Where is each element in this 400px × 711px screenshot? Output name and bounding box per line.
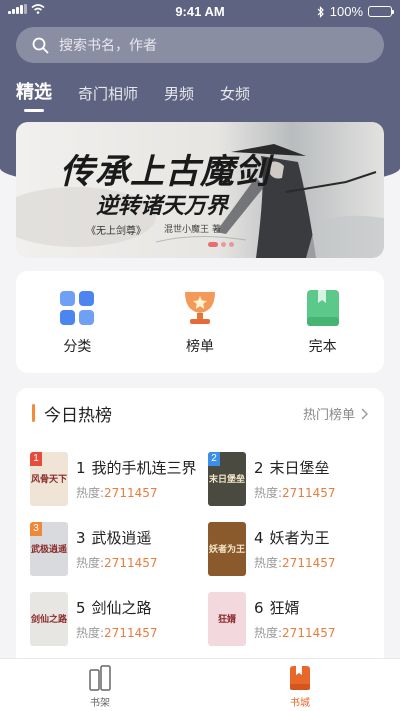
tab-featured[interactable]: 精选 [16,78,52,112]
bottom-tab-bar: 书架 书城 [0,658,400,711]
book-icon [306,290,339,326]
book-list-item[interactable]: 2 末日堡垒 2 末日堡垒 热度:2711457 [208,452,375,506]
heat-label: 热度: [76,626,105,640]
hot-ranking-list: 1 风骨天下 1 我的手机连三界 热度:2711457 2 末日堡垒 2 末日堡垒 热度:2711… [30,452,375,646]
heat-value: 2711457 [104,626,158,640]
book-rank: 5 [76,599,86,617]
tab-bookstore-label: 书城 [290,698,310,709]
cover-title: 狂婿 [217,615,236,625]
tab-female[interactable]: 女频 [220,83,250,112]
book-heat: 热度:2711457 [254,554,336,571]
banner-pagination[interactable] [208,242,234,247]
category-classify-button[interactable]: 分类 [32,288,122,356]
book-cover: 妖者为王 [208,522,246,576]
book-title: 武极逍遥 [91,529,152,547]
book-title-row: 2 末日堡垒 [254,457,336,478]
category-completed-button[interactable]: 完本 [278,288,368,356]
banner-author: 混世小魔王 著 [164,225,221,235]
heat-label: 热度: [254,486,283,500]
cover-title: 妖者为王 [208,545,245,555]
book-title-row: 1 我的手机连三界 [76,457,197,478]
cover-title: 末日堡垒 [208,475,245,485]
book-title: 末日堡垒 [269,459,330,477]
heat-value: 2711457 [282,626,336,640]
search-bar[interactable]: 搜索书名，作者 [16,27,384,63]
heat-value: 2711457 [282,486,336,500]
heat-label: 热度: [254,626,283,640]
heat-label: 热度: [76,556,105,570]
tab-bookshelf-label: 书架 [90,698,110,709]
category-panel: 分类 榜单 完本 [16,271,384,373]
hot-ranking-panel: 今日热榜 热门榜单 1 风骨天下 1 我的手机连三界 热度:2711457 2 末日堡垒 2 末… [16,388,384,668]
book-heat: 热度:2711457 [76,554,158,571]
heat-value: 2711457 [104,486,158,500]
book-cover: 剑仙之路 [30,592,68,646]
battery-icon [368,6,394,17]
battery-percent: 100% [329,4,363,19]
trophy-icon [184,292,215,324]
book-heat: 热度:2711457 [76,624,158,641]
book-title: 剑仙之路 [91,599,152,617]
book-cover: 3 武极逍遥 [30,522,68,576]
bookshelf-icon [89,665,111,691]
book-list-item[interactable]: 狂婿 6 狂婿热度:2711457 [208,592,375,646]
book-rank: 4 [254,529,264,547]
heat-label: 热度: [76,486,105,500]
cover-rank-badge: 3 [30,522,42,536]
banner-headline: 传承上古魔剑 [60,152,270,192]
book-list-item[interactable]: 1 风骨天下 1 我的手机连三界热度:2711457 [30,452,208,506]
promo-banner[interactable]: 传承上古魔剑 逆转诸天万界 《无上剑尊》 混世小魔王 著 [16,122,384,258]
book-title-row: 6 狂婿 [254,597,336,618]
category-ranking-label: 榜单 [185,339,214,355]
book-heat: 热度:2711457 [254,484,336,501]
cover-title: 风骨天下 [30,475,67,485]
banner-book-title: 《无上剑尊》 [86,226,146,237]
book-title: 我的手机连三界 [91,459,197,477]
tab-qimen-xiangshi[interactable]: 奇门相师 [78,83,138,112]
book-rank: 1 [76,459,86,477]
cover-title: 武极逍遥 [30,545,67,555]
book-heat: 热度:2711457 [76,484,197,501]
book-cover: 2 末日堡垒 [208,452,246,506]
bluetooth-icon [317,5,324,18]
banner-subline: 逆转诸天万界 [96,193,229,219]
tab-bookshelf[interactable]: 书架 [0,659,200,711]
book-heat: 热度:2711457 [254,624,336,641]
cover-title: 剑仙之路 [30,615,67,625]
book-title-row: 3 武极逍遥 [76,527,158,548]
bookstore-icon [290,666,310,690]
category-completed-label: 完本 [308,339,337,355]
tab-bookstore[interactable]: 书城 [200,659,400,711]
more-label: 热门榜单 [302,408,355,423]
heat-label: 热度: [254,556,283,570]
search-placeholder: 搜索书名，作者 [59,38,157,54]
book-title-row: 4 妖者为王 [254,527,336,548]
book-list-item[interactable]: 3 武极逍遥 3 武极逍遥 热度:2711457 [30,522,208,576]
status-bar: 9:41 AM 100% [0,0,400,22]
cover-rank-badge: 1 [30,452,42,466]
book-rank: 6 [254,599,264,617]
book-rank: 3 [76,529,86,547]
book-cover: 1 风骨天下 [30,452,68,506]
tab-male[interactable]: 男频 [164,83,194,112]
book-title-row: 5 剑仙之路 [76,597,158,618]
book-list-item[interactable]: 剑仙之路 5 剑仙之路 热度:2711457 [30,592,208,646]
book-list-item[interactable]: 妖者为王 4 妖者为王 热度:2711457 [208,522,375,576]
chevron-right-icon [361,408,368,419]
section-accent-bar [32,404,35,422]
book-title: 狂婿 [269,599,300,617]
category-classify-label: 分类 [63,339,92,355]
grid-icon [60,291,95,325]
hot-ranking-title: 今日热榜 [44,405,112,426]
channel-tabs: 精选 奇门相师 男频 女频 [16,78,276,112]
cover-rank-badge: 2 [208,452,220,466]
category-ranking-button[interactable]: 榜单 [155,288,245,356]
search-icon [32,37,49,53]
book-cover: 狂婿 [208,592,246,646]
hot-ranking-more-link[interactable]: 热门榜单 [303,404,368,423]
heat-value: 2711457 [282,556,336,570]
book-rank: 2 [254,459,264,477]
book-title: 妖者为王 [269,529,330,547]
heat-value: 2711457 [104,556,158,570]
